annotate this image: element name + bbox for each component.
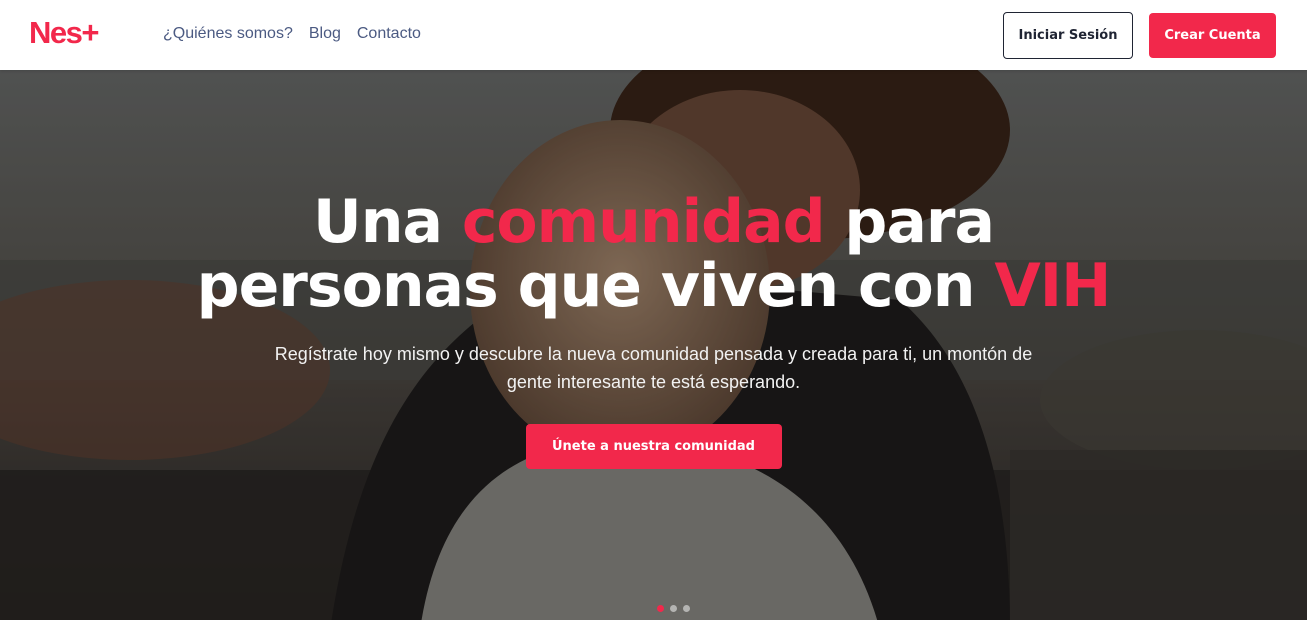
logo[interactable]: Nes+ <box>29 16 99 50</box>
join-community-button[interactable]: Únete a nuestra comunidad <box>525 424 782 469</box>
headline-accent-comunidad: comunidad <box>461 187 826 257</box>
headline-accent-vih: VIH <box>994 251 1111 321</box>
nav-link-contacto[interactable]: Contacto <box>357 24 421 44</box>
carousel-dots <box>657 605 690 612</box>
hero-content: Una comunidad para personas que viven co… <box>0 190 1307 469</box>
carousel-dot-3[interactable] <box>683 605 690 612</box>
signup-button[interactable]: Crear Cuenta <box>1149 13 1276 58</box>
carousel-dot-1[interactable] <box>657 605 664 612</box>
hero-subtitle: Regístrate hoy mismo y descubre la nueva… <box>274 344 1033 392</box>
nav-link-blog[interactable]: Blog <box>309 24 341 44</box>
hero-headline: Una comunidad para personas que viven co… <box>154 190 1154 318</box>
nav-link-quienes-somos[interactable]: ¿Quiénes somos? <box>163 24 293 44</box>
headline-part1: Una <box>313 187 462 257</box>
carousel-dot-2[interactable] <box>670 605 677 612</box>
navbar: Nes+ ¿Quiénes somos? Blog Contacto Inici… <box>0 0 1307 70</box>
nav-links: ¿Quiénes somos? Blog Contacto <box>163 24 421 44</box>
hero-section: Una comunidad para personas que viven co… <box>0 70 1307 620</box>
login-button[interactable]: Iniciar Sesión <box>1003 12 1133 59</box>
